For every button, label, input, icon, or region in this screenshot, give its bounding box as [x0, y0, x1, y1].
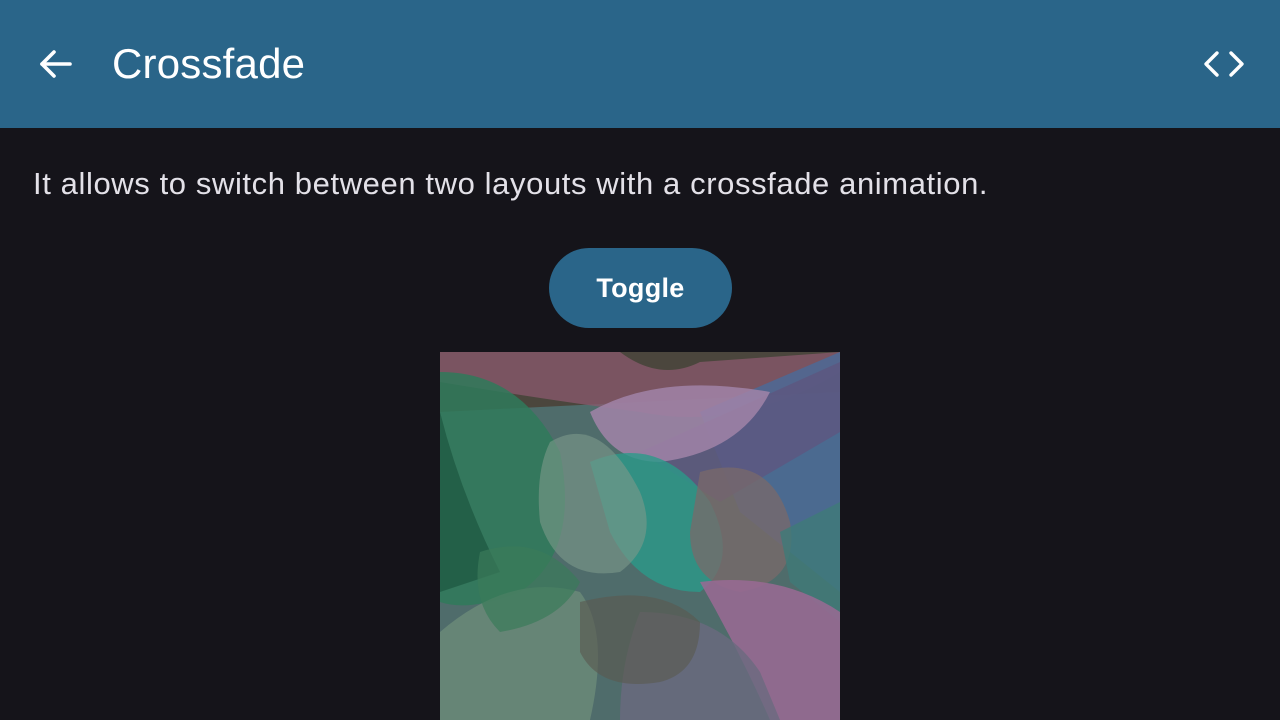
page-title: Crossfade — [112, 40, 306, 87]
app-bar: Crossfade — [0, 0, 1280, 128]
arrow-back-icon — [40, 50, 72, 78]
view-code-button[interactable] — [1196, 36, 1252, 92]
crossfade-image — [440, 352, 840, 720]
code-icon — [1204, 51, 1244, 77]
toggle-button[interactable]: Toggle — [549, 248, 732, 328]
description-text: It allows to switch between two layouts … — [33, 166, 989, 201]
abstract-shapes-image — [440, 352, 840, 720]
back-button[interactable] — [28, 36, 84, 92]
